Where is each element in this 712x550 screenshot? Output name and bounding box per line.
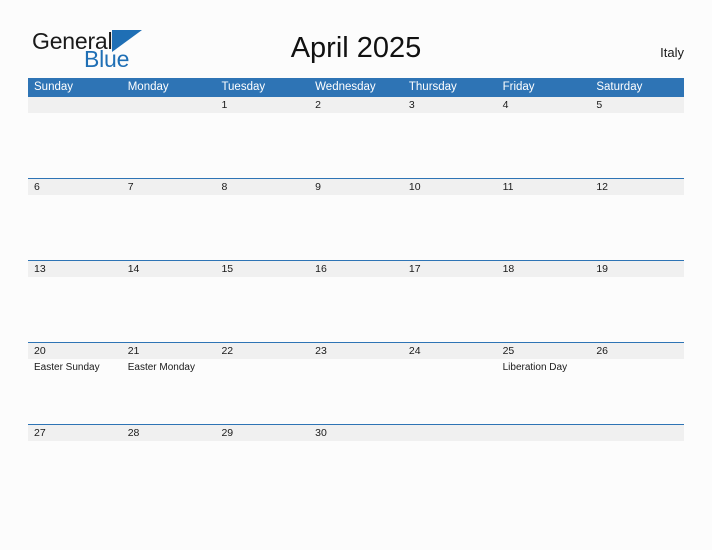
week-number-band: 13 14 15 16 17 18 19 [28,261,684,277]
day-event [590,113,684,178]
day-number[interactable]: 29 [215,425,309,441]
day-number[interactable] [122,97,216,113]
week-event-band [28,441,684,506]
day-number[interactable]: 9 [309,179,403,195]
day-event [309,441,403,506]
day-event [590,195,684,260]
day-number[interactable] [590,425,684,441]
day-event [309,277,403,342]
day-number[interactable]: 22 [215,343,309,359]
day-event [590,277,684,342]
day-number[interactable]: 25 [497,343,591,359]
region-label: Italy [660,45,684,60]
page-header: General Blue April 2025 Italy [0,0,712,76]
day-number[interactable]: 4 [497,97,591,113]
day-event [122,277,216,342]
week-number-band: 6 7 8 9 10 11 12 [28,179,684,195]
day-event [215,195,309,260]
day-number[interactable]: 6 [28,179,122,195]
day-event [403,113,497,178]
weekday-header-sunday: Sunday [34,81,74,93]
day-event [309,195,403,260]
day-number[interactable]: 15 [215,261,309,277]
day-number[interactable] [403,425,497,441]
calendar-grid: Sunday Monday Tuesday Wednesday Thursday… [28,78,684,506]
day-number[interactable]: 18 [497,261,591,277]
page-title: April 2025 [290,32,422,64]
day-event [590,359,684,424]
day-number[interactable]: 13 [28,261,122,277]
day-event [590,441,684,506]
day-event [215,441,309,506]
day-event [215,113,309,178]
day-number[interactable]: 5 [590,97,684,113]
day-number[interactable]: 8 [215,179,309,195]
day-number[interactable]: 21 [122,343,216,359]
day-event [122,195,216,260]
day-number[interactable]: 1 [215,97,309,113]
day-event [122,441,216,506]
day-event [309,359,403,424]
day-number[interactable]: 17 [403,261,497,277]
weekday-header-saturday: Saturday [596,81,643,93]
week-event-band [28,277,684,342]
day-event [403,195,497,260]
day-number[interactable]: 3 [403,97,497,113]
day-number[interactable]: 30 [309,425,403,441]
day-number[interactable]: 2 [309,97,403,113]
week-row: 13 14 15 16 17 18 19 [28,260,684,342]
day-number[interactable]: 16 [309,261,403,277]
day-number[interactable]: 7 [122,179,216,195]
day-event [215,359,309,424]
day-number[interactable]: 28 [122,425,216,441]
day-event [28,441,122,506]
day-event: Liberation Day [502,362,568,373]
weekday-header-friday: Friday [502,81,535,93]
day-number[interactable]: 14 [122,261,216,277]
week-row: 6 7 8 9 10 11 12 [28,178,684,260]
day-number[interactable] [497,425,591,441]
week-number-band: 27 28 29 30 [28,425,684,441]
weekday-header-wednesday: Wednesday [315,81,376,93]
day-number[interactable]: 19 [590,261,684,277]
week-row: 1 2 3 4 5 [28,97,684,178]
day-number[interactable]: 26 [590,343,684,359]
day-number[interactable]: 12 [590,179,684,195]
day-number[interactable]: 10 [403,179,497,195]
day-number[interactable] [28,97,122,113]
day-number[interactable]: 20 [28,343,122,359]
week-event-band: Easter Sunday Easter Monday Liberation D… [28,359,684,424]
week-event-band [28,113,684,178]
day-event: Easter Sunday [34,362,100,373]
week-row: 27 28 29 30 [28,424,684,506]
week-event-band [28,195,684,260]
day-number[interactable]: 23 [309,343,403,359]
weekday-header-monday: Monday [127,81,169,93]
day-number[interactable]: 24 [403,343,497,359]
calendar-page: General Blue April 2025 Italy Sunday Mon… [0,0,712,550]
day-number[interactable]: 27 [28,425,122,441]
day-event [28,195,122,260]
day-number[interactable]: 11 [497,179,591,195]
week-number-band: 20 21 22 23 24 25 26 [28,343,684,359]
day-event [28,113,122,178]
weekday-header-row: Sunday Monday Tuesday Wednesday Thursday… [28,78,684,97]
day-event [215,277,309,342]
day-event [28,277,122,342]
day-event [403,359,497,424]
day-event [309,113,403,178]
weekday-header-tuesday: Tuesday [221,81,266,93]
day-event [497,195,591,260]
day-event [497,113,591,178]
day-event [497,277,591,342]
week-row: 20 21 22 23 24 25 26 Easter Sunday Easte… [28,342,684,424]
day-event [122,113,216,178]
day-event: Easter Monday [127,362,195,373]
day-event [403,441,497,506]
weekday-header-thursday: Thursday [408,81,457,93]
day-event [403,277,497,342]
day-event [497,441,591,506]
week-number-band: 1 2 3 4 5 [28,97,684,113]
